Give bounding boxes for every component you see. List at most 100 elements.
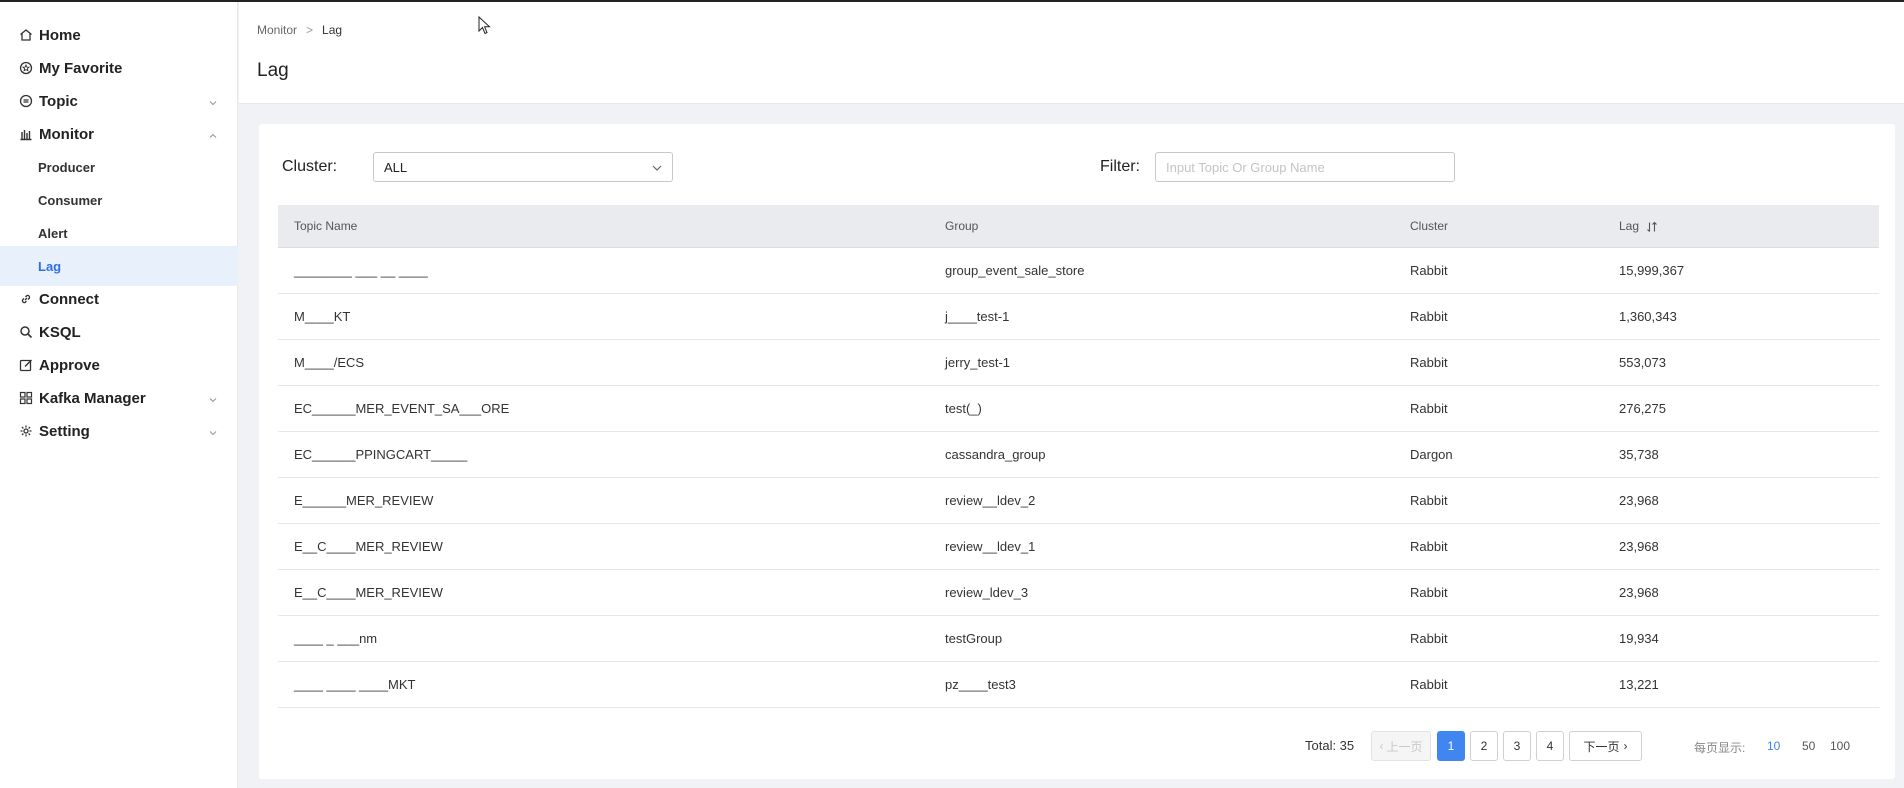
sidebar-item-label: KSQL — [39, 323, 81, 341]
edit-icon — [19, 358, 33, 372]
lag-cell: 276,275 — [1619, 401, 1666, 416]
cluster-select-value: ALL — [384, 159, 408, 175]
column-header-group: Group — [945, 219, 979, 233]
cluster-cell: Rabbit — [1410, 309, 1448, 324]
home-icon — [19, 28, 33, 42]
topic-cell: EC______PPINGCART_____ — [294, 447, 468, 462]
table-row[interactable]: E__C____MER_REVIEW review__ldev_1 Rabbit 23… — [278, 524, 1879, 570]
page-3-button[interactable]: 3 — [1503, 731, 1531, 761]
chevron-down-icon — [208, 392, 218, 403]
chevron-right-icon: › — [1623, 739, 1628, 753]
topic-icon — [19, 94, 33, 108]
table-row[interactable]: EC______PPINGCART_____ cassandra_group Dar… — [278, 432, 1879, 478]
table-row[interactable]: ____ _ ___nm testGroup Rabbit 19,934 — [278, 616, 1879, 662]
sidebar-item-setting[interactable]: Setting — [0, 411, 238, 451]
pagination: Total: 35 ‹ 上一页 1 2 3 4 下一页 › 每页显示: 10 5… — [259, 729, 1895, 761]
sidebar: Home My Favorite Topic Monitor Producer … — [0, 2, 238, 788]
lag-cell: 23,968 — [1619, 493, 1659, 508]
group-cell: test(_) — [945, 401, 982, 416]
mouse-cursor-icon — [478, 15, 492, 36]
cluster-cell: Rabbit — [1410, 355, 1448, 370]
breadcrumb-monitor[interactable]: Monitor — [257, 23, 297, 37]
sidebar-item-label: Setting — [39, 422, 90, 440]
page-size-10[interactable]: 10 — [1767, 739, 1780, 753]
filter-row: Cluster: ALL Filter: — [282, 152, 1895, 184]
group-cell: j____test-1 — [945, 309, 1010, 324]
cluster-cell: Rabbit — [1410, 401, 1448, 416]
page-4-button[interactable]: 4 — [1536, 731, 1564, 761]
sidebar-item-label: Lag — [38, 258, 62, 274]
monitor-icon — [19, 127, 33, 141]
page-title: Lag — [257, 60, 289, 81]
topic-cell: ________ ___ __ ____ — [294, 263, 428, 278]
table-header: Topic Name Group Cluster Lag — [278, 205, 1879, 248]
group-cell: review_ldev_3 — [945, 585, 1029, 600]
column-header-topic: Topic Name — [294, 219, 358, 233]
group-cell: pz____test3 — [945, 677, 1016, 692]
next-page-label: 下一页 — [1583, 739, 1620, 754]
sidebar-item-label: My Favorite — [39, 59, 123, 77]
lag-card: Cluster: ALL Filter: Topic Name Group Cl… — [259, 124, 1895, 779]
topic-cell: E______MER_REVIEW — [294, 493, 434, 508]
table-row[interactable]: ________ ___ __ ____ group_event_sale_sto… — [278, 248, 1879, 294]
sidebar-item-label: Kafka Manager — [39, 389, 146, 407]
search-icon — [19, 325, 33, 339]
column-header-cluster: Cluster — [1410, 219, 1449, 233]
cluster-cell: Rabbit — [1410, 539, 1448, 554]
sidebar-item-label: Approve — [39, 356, 100, 374]
topic-cell: EC______MER_EVENT_SA___ORE — [294, 401, 510, 416]
cluster-select[interactable]: ALL — [373, 152, 673, 182]
column-header-lag[interactable]: Lag — [1619, 219, 1879, 233]
sidebar-item-label: Producer — [38, 159, 96, 175]
topic-cell: ____ _ ___nm — [294, 631, 378, 646]
page-size-label: 每页显示: — [1694, 741, 1746, 755]
page-size-50[interactable]: 50 — [1802, 739, 1815, 753]
group-cell: testGroup — [945, 631, 1003, 646]
topic-cell: E__C____MER_REVIEW — [294, 585, 443, 600]
table-row[interactable]: M____KT j____test-1 Rabbit 1,360,343 — [278, 294, 1879, 340]
next-page-button[interactable]: 下一页 › — [1569, 731, 1642, 761]
sidebar-item-label: Connect — [39, 290, 99, 308]
chevron-up-icon — [208, 128, 218, 138]
cluster-cell: Dargon — [1410, 447, 1453, 462]
prev-page-button[interactable]: ‹ 上一页 — [1371, 731, 1431, 761]
group-cell: cassandra_group — [945, 447, 1046, 462]
chevron-down-icon — [208, 95, 218, 106]
sidebar-item-label: Monitor — [39, 125, 94, 143]
table-row[interactable]: EC______MER_EVENT_SA___ORE test(_) Rabbit 2… — [278, 386, 1879, 432]
sort-icon[interactable] — [1646, 221, 1658, 233]
lag-cell: 15,999,367 — [1619, 263, 1685, 278]
cluster-cell: Rabbit — [1410, 493, 1448, 508]
cluster-cell: Rabbit — [1410, 631, 1448, 646]
sidebar-item-label: Topic — [39, 92, 78, 110]
chevron-down-icon — [651, 162, 663, 174]
chevron-left-icon: ‹ — [1379, 739, 1384, 753]
lag-cell: 1,360,343 — [1619, 309, 1677, 324]
page-1-button[interactable]: 1 — [1437, 731, 1465, 761]
total-count: Total: 35 — [1305, 738, 1355, 753]
sidebar-item-label: Alert — [38, 225, 68, 241]
page-2-button[interactable]: 2 — [1470, 731, 1498, 761]
link-icon — [19, 292, 33, 306]
filter-label: Filter: — [1100, 158, 1140, 175]
filter-input[interactable] — [1155, 152, 1455, 182]
table-row[interactable]: M____/ECS jerry_test-1 Rabbit 553,073 — [278, 340, 1879, 386]
chevron-down-icon — [208, 425, 218, 436]
lag-table: Topic Name Group Cluster Lag ________ __… — [278, 205, 1879, 708]
setting-icon — [19, 424, 33, 438]
table-body: ________ ___ __ ____ group_event_sale_sto… — [278, 248, 1879, 708]
cluster-label: Cluster: — [282, 158, 338, 175]
lag-cell: 23,968 — [1619, 585, 1659, 600]
cluster-cell: Rabbit — [1410, 677, 1448, 692]
lag-cell: 19,934 — [1619, 631, 1659, 646]
breadcrumb-separator: > — [306, 23, 314, 37]
table-row[interactable]: E__C____MER_REVIEW review_ldev_3 Rabbit 23,… — [278, 570, 1879, 616]
lag-cell: 553,073 — [1619, 355, 1666, 370]
favorite-icon — [19, 61, 33, 75]
breadcrumb-current: Lag — [322, 23, 343, 37]
page-size-100[interactable]: 100 — [1830, 739, 1850, 753]
cluster-cell: Rabbit — [1410, 263, 1448, 278]
prev-page-label: 上一页 — [1386, 739, 1423, 754]
table-row[interactable]: ____ ____ ____MKT pz____test3 Rabbit 13,221 — [278, 662, 1879, 708]
table-row[interactable]: E______MER_REVIEW review__ldev_2 Rabbit 23,… — [278, 478, 1879, 524]
